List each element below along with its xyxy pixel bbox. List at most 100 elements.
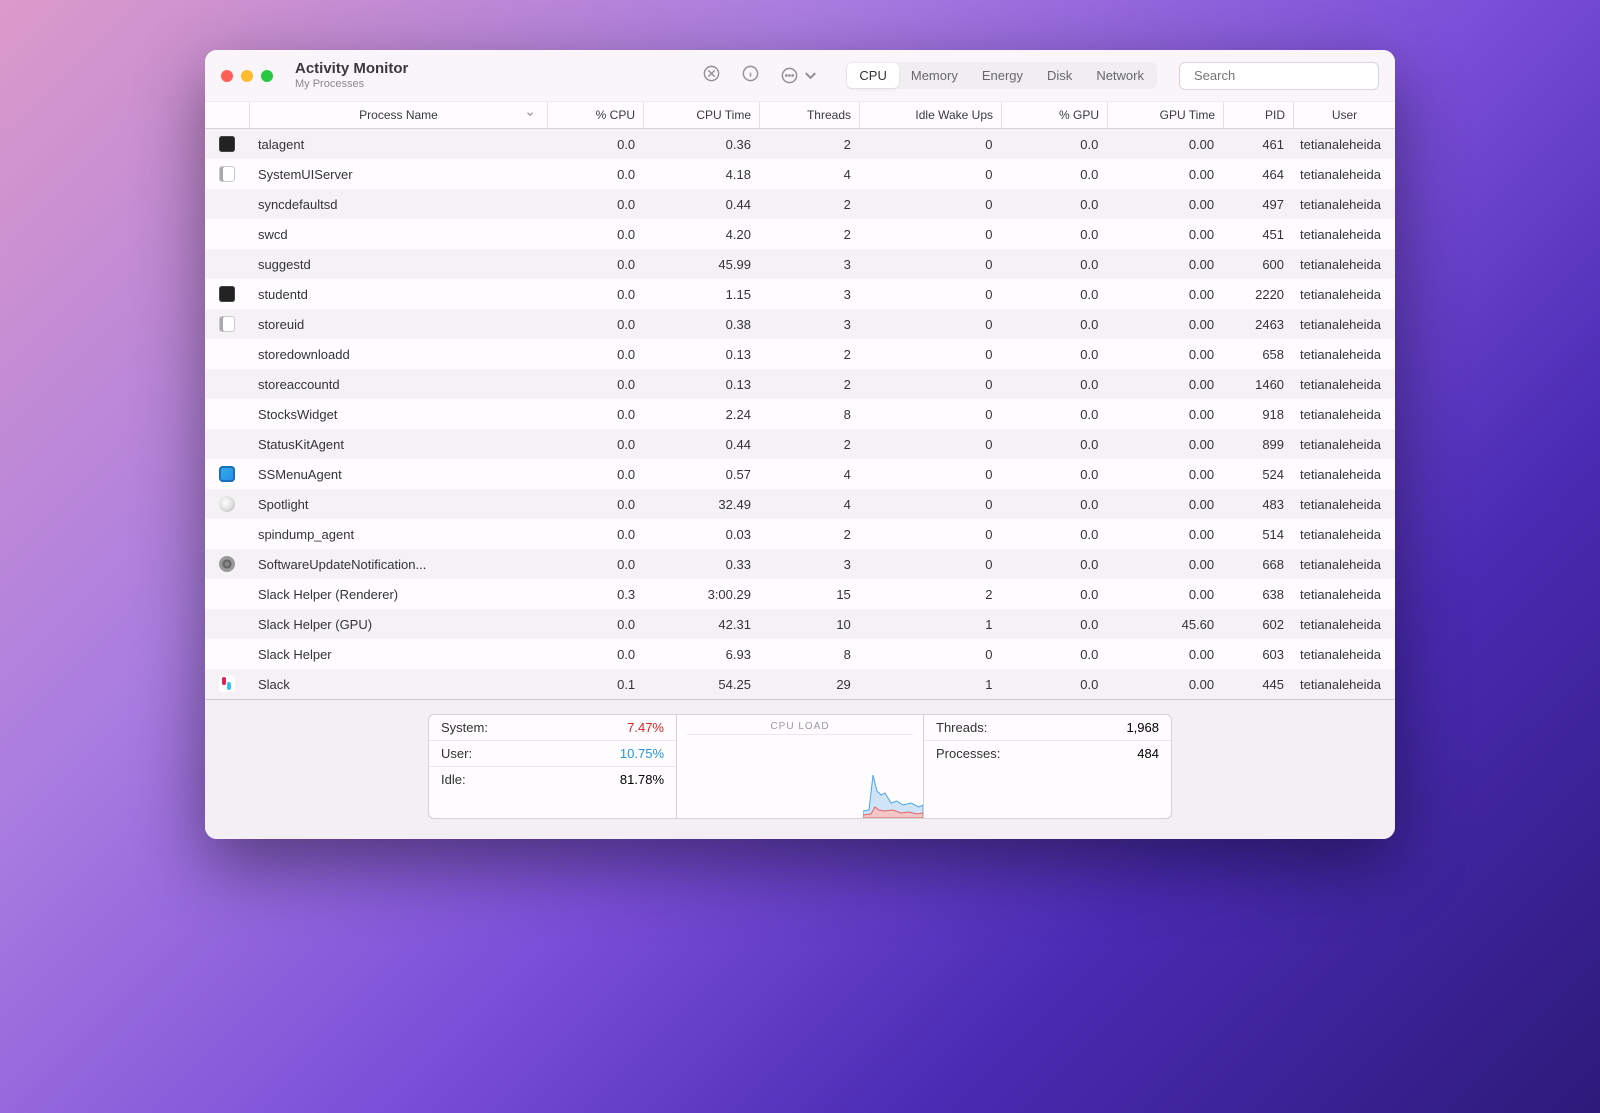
- finder-icon: [219, 316, 235, 332]
- cpu-load-sparkline: [677, 735, 923, 818]
- table-row[interactable]: swcd0.04.20200.00.00451tetianaleheida: [205, 219, 1395, 249]
- table-row[interactable]: suggestd0.045.99300.00.00600tetianalehei…: [205, 249, 1395, 279]
- gpu-time-cell: 0.00: [1106, 287, 1222, 302]
- col-gpu-time[interactable]: GPU Time: [1108, 102, 1224, 128]
- table-row[interactable]: SystemUIServer0.04.18400.00.00464tetiana…: [205, 159, 1395, 189]
- pid-cell: 483: [1222, 497, 1292, 512]
- cpu-time-cell: 0.13: [643, 377, 759, 392]
- process-name-cell: StocksWidget: [250, 407, 547, 422]
- cpu-time-cell: 6.93: [643, 647, 759, 662]
- gpu-cell: 0.0: [1001, 407, 1107, 422]
- col-pid[interactable]: PID: [1224, 102, 1294, 128]
- table-row[interactable]: Slack Helper (Renderer)0.33:00.291520.00…: [205, 579, 1395, 609]
- gpu-cell: 0.0: [1001, 257, 1107, 272]
- gpu-time-cell: 0.00: [1106, 587, 1222, 602]
- threads-processes-panel: Threads: 1,968 Processes: 484: [924, 714, 1172, 819]
- wakeups-cell: 0: [859, 377, 1001, 392]
- tab-cpu[interactable]: CPU: [847, 63, 898, 88]
- gpu-cell: 0.0: [1001, 227, 1107, 242]
- gpu-cell: 0.0: [1001, 677, 1107, 692]
- threads-cell: 8: [759, 647, 859, 662]
- search-input[interactable]: [1194, 68, 1370, 83]
- cpu-time-cell: 0.44: [643, 197, 759, 212]
- threads-cell: 15: [759, 587, 859, 602]
- table-row[interactable]: talagent0.00.36200.00.00461tetianaleheid…: [205, 129, 1395, 159]
- wakeups-cell: 0: [859, 437, 1001, 452]
- wakeups-cell: 0: [859, 347, 1001, 362]
- gpu-cell: 0.0: [1001, 497, 1107, 512]
- table-row[interactable]: StocksWidget0.02.24800.00.00918tetianale…: [205, 399, 1395, 429]
- process-icon-cell: [205, 166, 250, 182]
- table-row[interactable]: storeaccountd0.00.13200.00.001460tetiana…: [205, 369, 1395, 399]
- wakeups-cell: 1: [859, 677, 1001, 692]
- cpu-time-cell: 0.57: [643, 467, 759, 482]
- tab-network[interactable]: Network: [1084, 63, 1156, 88]
- table-row[interactable]: Slack Helper0.06.93800.00.00603tetianale…: [205, 639, 1395, 669]
- minimize-button[interactable]: [241, 70, 253, 82]
- tab-energy[interactable]: Energy: [970, 63, 1035, 88]
- table-row[interactable]: storedownloadd0.00.13200.00.00658tetiana…: [205, 339, 1395, 369]
- tab-disk[interactable]: Disk: [1035, 63, 1084, 88]
- col-idle-wakeups[interactable]: Idle Wake Ups: [860, 102, 1002, 128]
- gpu-cell: 0.0: [1001, 647, 1107, 662]
- cpu-time-cell: 0.44: [643, 437, 759, 452]
- cpu-time-cell: 0.33: [643, 557, 759, 572]
- threads-cell: 2: [759, 527, 859, 542]
- more-options-icon[interactable]: [780, 66, 820, 85]
- col-process-name[interactable]: Process Name: [250, 102, 548, 128]
- process-icon-cell: [205, 496, 250, 512]
- table-row[interactable]: SSMenuAgent0.00.57400.00.00524tetianaleh…: [205, 459, 1395, 489]
- table-row[interactable]: syncdefaultsd0.00.44200.00.00497tetianal…: [205, 189, 1395, 219]
- cpu-cell: 0.0: [547, 437, 643, 452]
- tab-memory[interactable]: Memory: [899, 63, 970, 88]
- user-cell: tetianaleheida: [1292, 557, 1395, 572]
- cpu-summary-panel: System: 7.47% User: 10.75% Idle: 81.78%: [428, 714, 676, 819]
- gpu-time-cell: 0.00: [1106, 677, 1222, 692]
- table-row[interactable]: storeuid0.00.38300.00.002463tetianalehei…: [205, 309, 1395, 339]
- pid-cell: 1460: [1222, 377, 1292, 392]
- user-cell: tetianaleheida: [1292, 407, 1395, 422]
- wakeups-cell: 0: [859, 527, 1001, 542]
- info-icon[interactable]: [741, 64, 760, 88]
- pid-cell: 524: [1222, 467, 1292, 482]
- gpu-time-cell: 0.00: [1106, 527, 1222, 542]
- col-user[interactable]: User: [1294, 102, 1395, 128]
- pid-cell: 2463: [1222, 317, 1292, 332]
- gpu-cell: 0.0: [1001, 467, 1107, 482]
- gpu-time-cell: 0.00: [1106, 377, 1222, 392]
- col-cpu[interactable]: % CPU: [548, 102, 644, 128]
- user-cell: tetianaleheida: [1292, 467, 1395, 482]
- process-name-cell: storedownloadd: [250, 347, 547, 362]
- user-cell: tetianaleheida: [1292, 377, 1395, 392]
- cpu-time-cell: 42.31: [643, 617, 759, 632]
- gpu-cell: 0.0: [1001, 287, 1107, 302]
- gpu-cell: 0.0: [1001, 617, 1107, 632]
- cpu-cell: 0.0: [547, 257, 643, 272]
- table-row[interactable]: Spotlight0.032.49400.00.00483tetianalehe…: [205, 489, 1395, 519]
- cpu-cell: 0.0: [547, 167, 643, 182]
- table-row[interactable]: spindump_agent0.00.03200.00.00514tetiana…: [205, 519, 1395, 549]
- gpu-cell: 0.0: [1001, 317, 1107, 332]
- search-field[interactable]: [1179, 62, 1379, 90]
- pid-cell: 602: [1222, 617, 1292, 632]
- maximize-button[interactable]: [261, 70, 273, 82]
- gpu-cell: 0.0: [1001, 167, 1107, 182]
- threads-cell: 3: [759, 317, 859, 332]
- cpu-time-cell: 32.49: [643, 497, 759, 512]
- table-row[interactable]: Slack0.154.252910.00.00445tetianaleheida: [205, 669, 1395, 699]
- user-cell: tetianaleheida: [1292, 587, 1395, 602]
- cpu-cell: 0.1: [547, 677, 643, 692]
- gpu-time-cell: 0.00: [1106, 197, 1222, 212]
- table-row[interactable]: SoftwareUpdateNotification...0.00.33300.…: [205, 549, 1395, 579]
- table-row[interactable]: Slack Helper (GPU)0.042.311010.045.60602…: [205, 609, 1395, 639]
- col-cpu-time[interactable]: CPU Time: [644, 102, 760, 128]
- col-icon[interactable]: [205, 102, 250, 128]
- table-row[interactable]: studentd0.01.15300.00.002220tetianalehei…: [205, 279, 1395, 309]
- table-row[interactable]: StatusKitAgent0.00.44200.00.00899tetiana…: [205, 429, 1395, 459]
- close-button[interactable]: [221, 70, 233, 82]
- window-title-block: Activity Monitor My Processes: [295, 60, 408, 91]
- col-gpu[interactable]: % GPU: [1002, 102, 1108, 128]
- col-threads[interactable]: Threads: [760, 102, 860, 128]
- pid-cell: 461: [1222, 137, 1292, 152]
- stop-process-icon[interactable]: [702, 64, 721, 88]
